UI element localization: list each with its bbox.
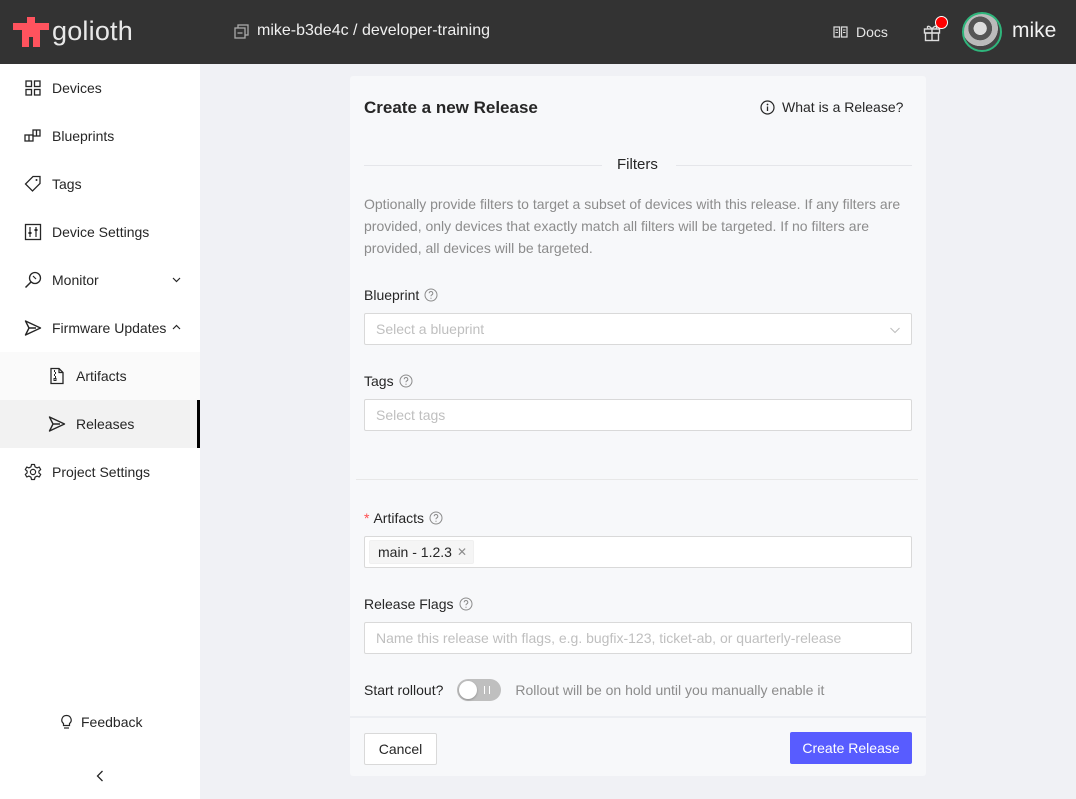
sidebar-item-label: Tags: [52, 176, 82, 192]
artifact-tag: main - 1.2.3 ✕: [369, 540, 474, 564]
sidebar-item-label: Project Settings: [52, 464, 151, 480]
tags-label-text: Tags: [364, 373, 394, 389]
chevron-down-icon: [890, 327, 900, 334]
sidebar-item-label: Firmware Updates: [52, 320, 167, 336]
remove-tag-icon[interactable]: ✕: [457, 545, 467, 559]
sidebar-item-project-settings[interactable]: Project Settings: [0, 448, 200, 496]
footer-divider: [350, 716, 926, 718]
monitor-icon: [24, 271, 42, 289]
book-icon: [833, 26, 848, 38]
file-zip-icon: [50, 367, 64, 385]
sidebar-item-label: Monitor: [52, 272, 99, 288]
sidebar-item-devices[interactable]: Devices: [0, 64, 200, 112]
section-divider: [356, 479, 918, 480]
page-title: Create a new Release: [364, 98, 538, 117]
golioth-logo[interactable]: golioth: [13, 16, 133, 47]
filters-divider-right: [676, 165, 912, 166]
docs-label: Docs: [856, 24, 888, 40]
sidebar-item-firmware-updates[interactable]: Firmware Updates: [0, 304, 200, 352]
what-is-release-label: What is a Release?: [782, 99, 904, 115]
sidebar-item-label: Blueprints: [52, 128, 115, 144]
filters-heading: Filters: [617, 156, 658, 173]
blueprint-placeholder: Select a blueprint: [376, 321, 485, 337]
send-icon: [48, 416, 66, 432]
release-flags-label-text: Release Flags: [364, 596, 454, 612]
artifact-tag-label: main - 1.2.3: [378, 544, 452, 560]
collapse-sidebar-icon[interactable]: [93, 769, 107, 783]
notification-badge: [935, 16, 948, 29]
help-circle-icon[interactable]: [459, 597, 473, 611]
help-circle-icon[interactable]: [424, 288, 438, 302]
required-asterisk: *: [364, 510, 370, 526]
blueprint-select[interactable]: Select a blueprint: [364, 313, 912, 345]
breadcrumb-text: mike-b3de4c / developer-training: [257, 22, 491, 39]
send-icon: [24, 320, 42, 336]
release-flags-label: Release Flags: [364, 596, 473, 612]
cancel-button[interactable]: Cancel: [364, 733, 437, 765]
feedback-button[interactable]: Feedback: [60, 714, 142, 730]
filters-divider-left: [364, 165, 602, 166]
rollout-label: Start rollout?: [364, 682, 444, 698]
sidebar-item-artifacts[interactable]: Artifacts: [0, 352, 200, 400]
sidebar-item-device-settings[interactable]: Device Settings: [0, 208, 200, 256]
create-release-button[interactable]: Create Release: [790, 732, 912, 764]
project-breadcrumb[interactable]: mike-b3de4c / developer-training: [234, 22, 490, 40]
rollout-hint: Rollout will be on hold until you manual…: [515, 682, 825, 698]
sidebar: Devices Blueprints Tags Device Settings: [0, 64, 200, 799]
rollout-row: Start rollout? Rollout will be on hold u…: [364, 679, 824, 701]
sidebar-item-label: Artifacts: [76, 368, 127, 384]
what-is-release-link[interactable]: What is a Release?: [760, 99, 903, 115]
project-icon: [234, 23, 249, 39]
docs-link[interactable]: Docs: [833, 24, 888, 40]
tag-icon: [24, 175, 41, 192]
info-circle-icon: [760, 99, 775, 115]
top-bar: golioth mike-b3de4c / developer-training…: [0, 0, 1076, 64]
brand-name: golioth: [52, 16, 133, 46]
blueprint-label-text: Blueprint: [364, 287, 420, 303]
username[interactable]: mike: [1012, 19, 1056, 43]
chevron-down-icon: [172, 277, 181, 283]
artifacts-select[interactable]: main - 1.2.3 ✕: [364, 536, 912, 568]
sidebar-item-blueprints[interactable]: Blueprints: [0, 112, 200, 160]
chevron-up-icon: [172, 324, 181, 330]
release-flags-placeholder: Name this release with flags, e.g. bugfi…: [376, 630, 842, 646]
lightbulb-icon: [61, 714, 72, 729]
golioth-mark-icon: [13, 17, 49, 47]
sidebar-item-label: Releases: [76, 416, 135, 432]
help-circle-icon[interactable]: [429, 511, 443, 525]
sidebar-item-monitor[interactable]: Monitor: [0, 256, 200, 304]
create-release-form: Create a new Release What is a Release? …: [350, 76, 926, 776]
blueprint-icon: [24, 129, 41, 142]
sliders-icon: [24, 223, 42, 241]
help-circle-icon[interactable]: [399, 374, 413, 388]
release-flags-input[interactable]: Name this release with flags, e.g. bugfi…: [364, 622, 912, 654]
user-avatar[interactable]: [962, 12, 1002, 52]
blueprint-label: Blueprint: [364, 287, 438, 303]
filters-description: Optionally provide filters to target a s…: [364, 196, 901, 256]
sidebar-item-releases[interactable]: Releases: [0, 400, 200, 448]
pause-icon: [484, 686, 491, 694]
start-rollout-toggle[interactable]: [457, 679, 502, 701]
artifacts-label-text: Artifacts: [373, 510, 425, 526]
artifacts-label: * Artifacts: [364, 510, 443, 526]
toggle-knob: [459, 681, 478, 699]
tags-label: Tags: [364, 373, 413, 389]
sidebar-item-label: Device Settings: [52, 224, 150, 240]
grid-icon: [25, 80, 41, 96]
feedback-label: Feedback: [81, 714, 143, 730]
sidebar-item-tags[interactable]: Tags: [0, 160, 200, 208]
tags-placeholder: Select tags: [376, 407, 446, 423]
gear-icon: [24, 463, 42, 481]
sidebar-item-label: Devices: [52, 80, 102, 96]
tags-select[interactable]: Select tags: [364, 399, 912, 431]
